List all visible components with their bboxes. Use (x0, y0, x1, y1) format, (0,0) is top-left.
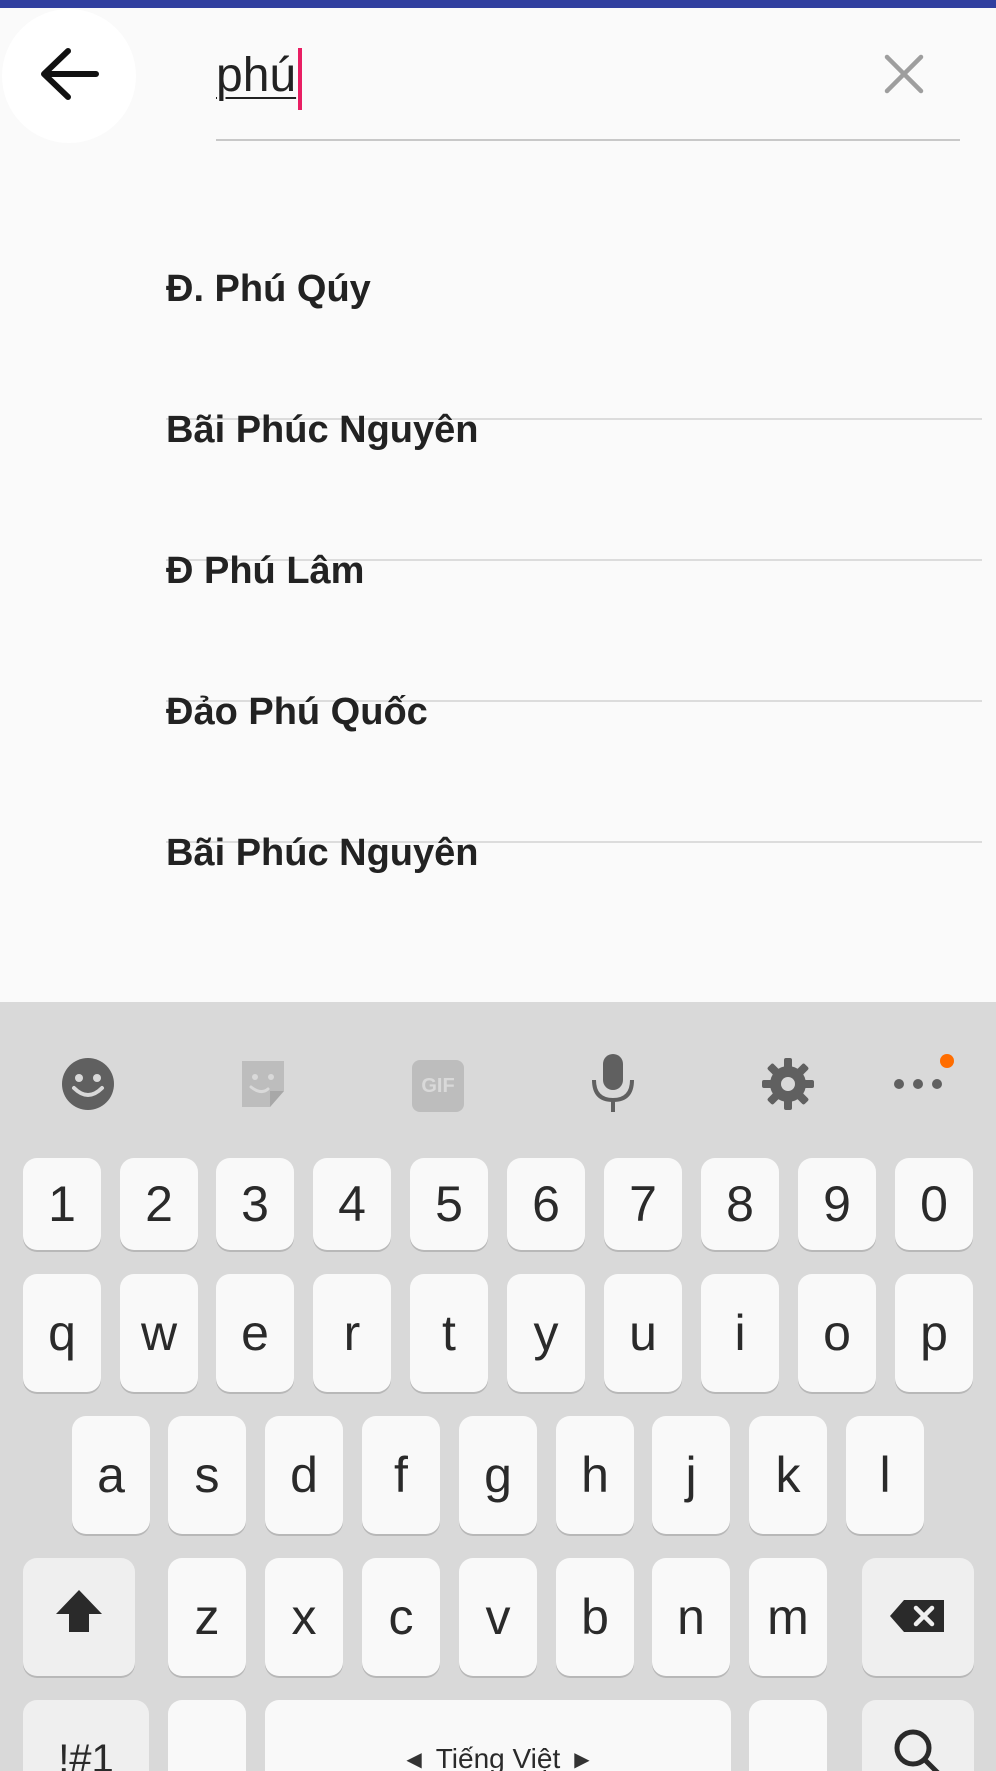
key-y[interactable]: y (507, 1274, 585, 1392)
key-e[interactable]: e (216, 1274, 294, 1392)
key-1[interactable]: 1 (23, 1158, 101, 1250)
result-item[interactable]: Đ Phú Lâm (166, 522, 982, 662)
result-label: Đ. Phú Qúy (166, 268, 371, 310)
key-z[interactable]: z (168, 1558, 246, 1676)
search-key[interactable] (862, 1700, 974, 1771)
key-8[interactable]: 8 (701, 1158, 779, 1250)
result-item[interactable]: Bãi Phúc Nguyên (166, 381, 982, 521)
close-icon (883, 53, 925, 100)
result-label: Đảo Phú Quốc (166, 691, 428, 733)
caret-right-icon: ▶ (574, 1748, 590, 1771)
status-bar (0, 0, 996, 8)
search-field[interactable]: phú (216, 30, 856, 130)
key-i[interactable]: i (701, 1274, 779, 1392)
key-c[interactable]: c (362, 1558, 440, 1676)
comma-key[interactable] (168, 1700, 246, 1771)
key-6[interactable]: 6 (507, 1158, 585, 1250)
notification-dot (940, 1054, 954, 1068)
key-g[interactable]: g (459, 1416, 537, 1534)
gif-label: GIF (421, 1074, 455, 1097)
result-label: Bãi Phúc Nguyên (166, 832, 479, 874)
period-key[interactable] (749, 1700, 827, 1771)
key-u[interactable]: u (604, 1274, 682, 1392)
result-item[interactable]: Bãi Phúc Nguyên (166, 804, 982, 944)
key-4[interactable]: 4 (313, 1158, 391, 1250)
search-input[interactable]: phú (216, 46, 296, 106)
key-q[interactable]: q (23, 1274, 101, 1392)
emoji-button[interactable] (48, 1046, 128, 1126)
key-f[interactable]: f (362, 1416, 440, 1534)
key-m[interactable]: m (749, 1558, 827, 1676)
gif-icon: GIF (412, 1060, 464, 1112)
key-k[interactable]: k (749, 1416, 827, 1534)
key-x[interactable]: x (265, 1558, 343, 1676)
settings-button[interactable] (748, 1046, 828, 1126)
key-j[interactable]: j (652, 1416, 730, 1534)
emoji-icon (60, 1056, 116, 1117)
keyboard: GIF 1 2 3 4 5 6 7 8 9 0 q w e r t y u i … (0, 1002, 996, 1771)
key-s[interactable]: s (168, 1416, 246, 1534)
space-label: Tiếng Việt (435, 1743, 561, 1771)
key-d[interactable]: d (265, 1416, 343, 1534)
gif-button[interactable]: GIF (398, 1046, 478, 1126)
sticker-button[interactable] (223, 1046, 303, 1126)
key-t[interactable]: t (410, 1274, 488, 1392)
key-a[interactable]: a (72, 1416, 150, 1534)
key-l[interactable]: l (846, 1416, 924, 1534)
backspace-key[interactable] (862, 1558, 974, 1676)
result-item[interactable]: Đ. Phú Qúy (166, 240, 982, 380)
sticker-icon (236, 1057, 290, 1116)
symbols-key[interactable]: !#1 (23, 1700, 149, 1771)
key-9[interactable]: 9 (798, 1158, 876, 1250)
microphone-icon (588, 1052, 638, 1121)
key-0[interactable]: 0 (895, 1158, 973, 1250)
key-5[interactable]: 5 (410, 1158, 488, 1250)
settings-icon (760, 1056, 816, 1117)
search-underline (216, 139, 960, 141)
key-o[interactable]: o (798, 1274, 876, 1392)
key-w[interactable]: w (120, 1274, 198, 1392)
key-b[interactable]: b (556, 1558, 634, 1676)
key-n[interactable]: n (652, 1558, 730, 1676)
result-label: Bãi Phúc Nguyên (166, 409, 479, 451)
backspace-icon (888, 1588, 948, 1646)
key-2[interactable]: 2 (120, 1158, 198, 1250)
shift-key[interactable] (23, 1558, 135, 1676)
result-item[interactable]: Đảo Phú Quốc (166, 663, 982, 803)
key-p[interactable]: p (895, 1274, 973, 1392)
caret-left-icon: ◀ (406, 1748, 422, 1771)
key-3[interactable]: 3 (216, 1158, 294, 1250)
voice-input-button[interactable] (573, 1046, 653, 1126)
clear-button[interactable] (872, 44, 936, 108)
more-icon (893, 1077, 943, 1095)
key-v[interactable]: v (459, 1558, 537, 1676)
arrow-left-icon (38, 47, 100, 106)
space-key[interactable]: ◀ Tiếng Việt ▶ (265, 1700, 731, 1771)
key-7[interactable]: 7 (604, 1158, 682, 1250)
text-caret (298, 48, 302, 110)
key-r[interactable]: r (313, 1274, 391, 1392)
back-button[interactable] (2, 9, 136, 143)
search-icon (891, 1726, 945, 1771)
result-label: Đ Phú Lâm (166, 550, 365, 592)
shift-icon (54, 1588, 104, 1646)
key-h[interactable]: h (556, 1416, 634, 1534)
